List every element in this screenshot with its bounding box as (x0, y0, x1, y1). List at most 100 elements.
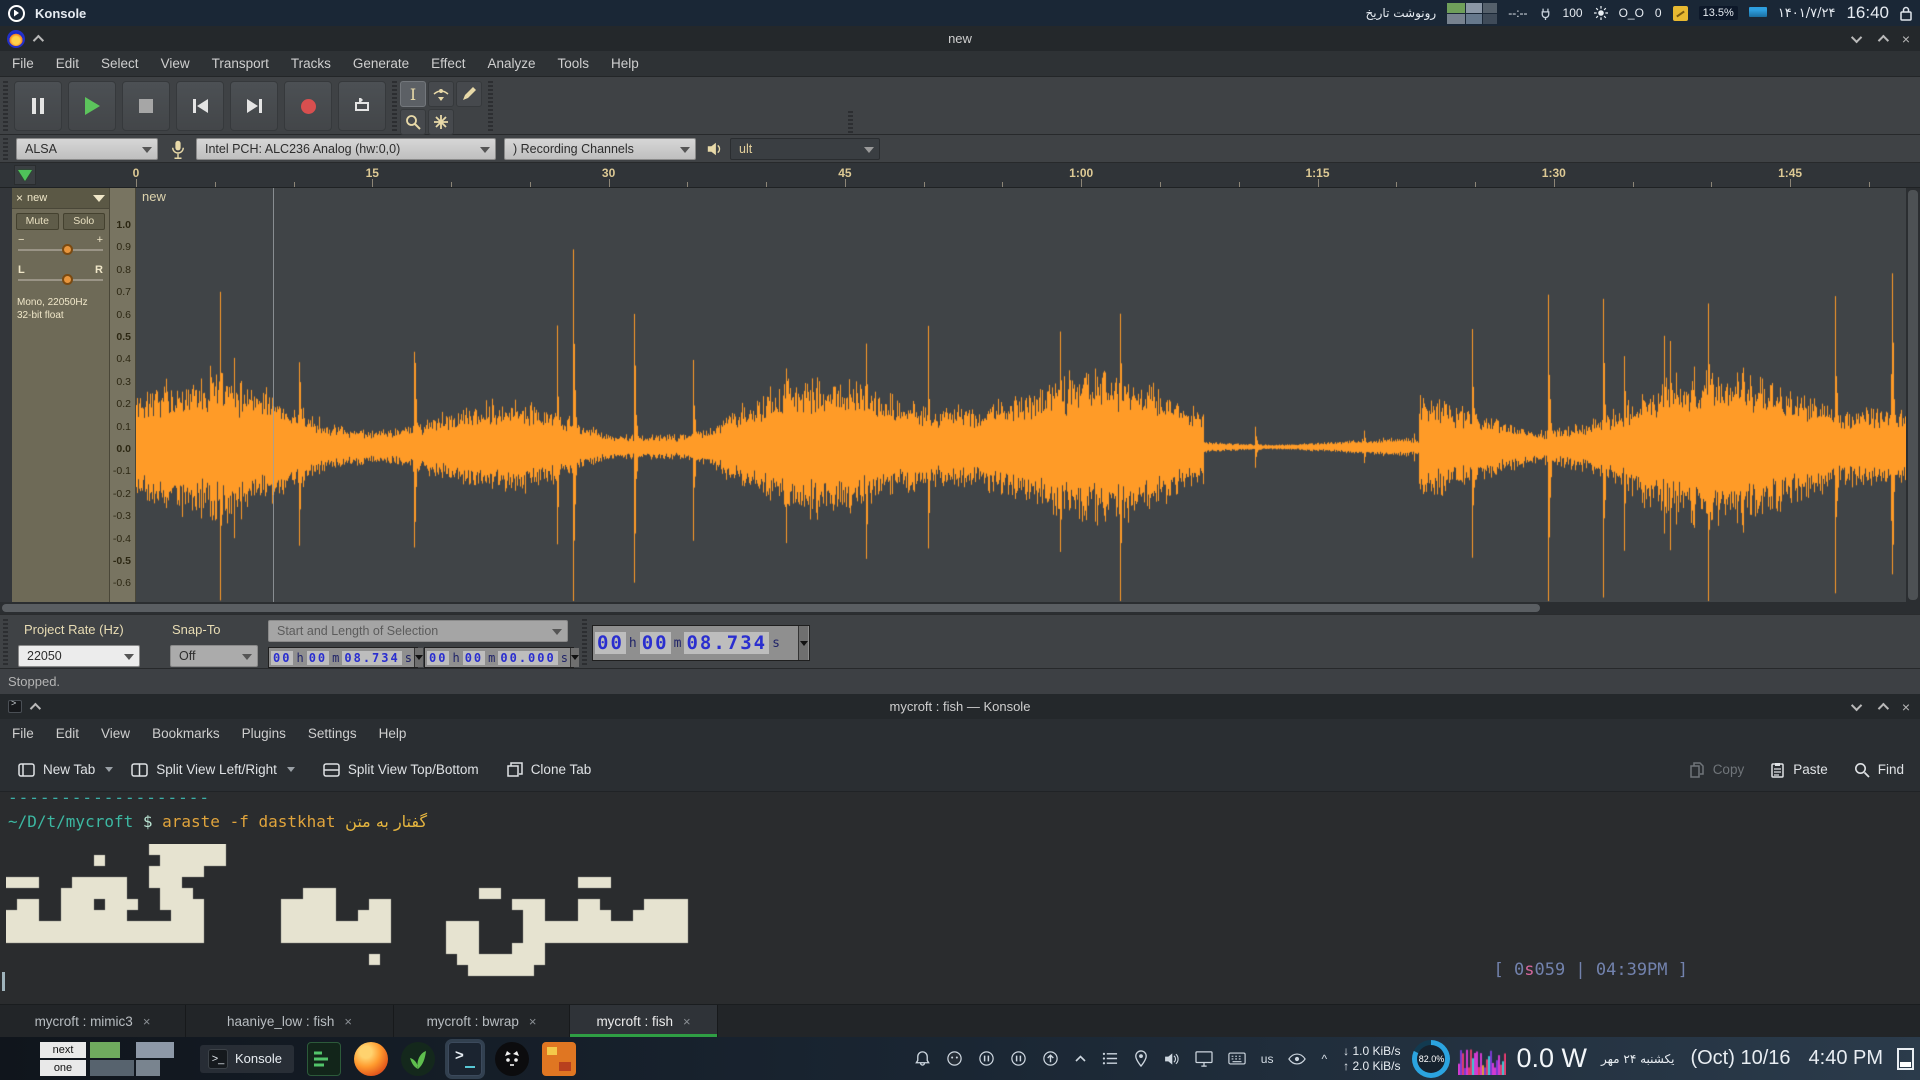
loop-button[interactable] (338, 81, 386, 131)
selection-start-field[interactable]: 00h 00m 08.734s (268, 647, 418, 668)
display-icon[interactable] (1195, 1051, 1213, 1067)
audio-host-select[interactable]: ALSA (16, 138, 158, 160)
solo-button[interactable]: Solo (63, 213, 106, 230)
menu-analyze[interactable]: Analyze (487, 56, 535, 71)
active-app-icon[interactable] (8, 5, 25, 22)
menu-plugins[interactable]: Plugins (242, 726, 286, 741)
new-tab-button[interactable]: New Tab (18, 762, 113, 777)
pager-cell[interactable] (1483, 14, 1497, 24)
gain-slider[interactable]: − + (18, 234, 103, 260)
field-spinner[interactable] (798, 626, 808, 660)
taskbar-date[interactable]: (Oct) 10/16 (1690, 1047, 1790, 1070)
menu-tracks[interactable]: Tracks (291, 56, 331, 71)
selection-length-field[interactable]: 00h 00m 00.000s (424, 647, 574, 668)
record-button[interactable] (284, 81, 332, 131)
track-name-menu[interactable]: new (27, 192, 105, 204)
stop-button[interactable] (122, 81, 170, 131)
snap-to-select[interactable]: Off (170, 645, 258, 667)
launcher-plant-icon[interactable] (401, 1042, 435, 1076)
workspace-pager[interactable] (1447, 3, 1497, 24)
taskbar-time[interactable]: 4:40 PM (1809, 1047, 1883, 1070)
track-close-button[interactable]: × (16, 191, 23, 205)
envelope-tool-button[interactable] (428, 81, 454, 107)
find-button[interactable]: Find (1854, 762, 1904, 778)
zoom-tool-button[interactable] (400, 109, 426, 135)
tab-mycroft-fish[interactable]: mycroft : fish× (570, 1005, 718, 1037)
vertical-scale-ruler[interactable]: 1.00.90.80.70.60.50.40.30.20.10.0-0.1-0.… (110, 188, 136, 602)
close-icon[interactable]: × (1902, 699, 1910, 715)
menu-file[interactable]: File (12, 56, 34, 71)
pager-cell[interactable] (1466, 14, 1482, 24)
audio-position-field[interactable]: 00h 00m 08.734s (592, 625, 810, 661)
pager-widget[interactable]: next one (40, 1042, 86, 1076)
menu-tools[interactable]: Tools (557, 56, 589, 71)
shade-window-icon[interactable] (30, 702, 41, 713)
paste-button[interactable]: Paste (1770, 762, 1828, 778)
skip-to-end-button[interactable] (230, 81, 278, 131)
maximize-icon[interactable] (1878, 34, 1889, 45)
network-speed-widget[interactable]: ↓ 1.0 KiB/s ↑ 2.0 KiB/s (1343, 1044, 1400, 1074)
output-device-select[interactable]: ult (730, 138, 880, 160)
project-rate-select[interactable]: 22050 (18, 645, 140, 667)
launcher-cat-icon[interactable] (495, 1042, 529, 1076)
sun-icon[interactable] (1594, 6, 1608, 20)
menu-view[interactable]: View (161, 56, 190, 71)
field-spinner[interactable] (570, 648, 579, 667)
pause-circle-icon[interactable] (1010, 1050, 1027, 1067)
menu-view[interactable]: View (101, 726, 130, 741)
show-desktop-button[interactable] (1897, 1048, 1914, 1070)
task-list-icon[interactable] (1102, 1051, 1119, 1066)
shade-window-icon[interactable] (33, 34, 44, 45)
taskbar-konsole-button[interactable]: >_ Konsole (200, 1045, 294, 1073)
tab-mycroft-bwrap[interactable]: mycroft : bwrap× (394, 1005, 570, 1037)
track-control-panel[interactable]: × new Mute Solo − + L R Mono, 22050Hz 32… (12, 188, 110, 602)
menu-edit[interactable]: Edit (56, 56, 79, 71)
selection-tool-button[interactable]: I (400, 81, 426, 107)
notes-icon[interactable] (1673, 6, 1688, 21)
volume-icon[interactable] (1163, 1051, 1180, 1067)
menu-edit[interactable]: Edit (56, 726, 79, 741)
launcher-terminal-active-icon[interactable]: > (448, 1042, 482, 1076)
pager-desktop-one[interactable]: one (40, 1060, 86, 1076)
tab-close-icon[interactable]: × (683, 1014, 691, 1029)
menu-settings[interactable]: Settings (308, 726, 357, 741)
pager-cell[interactable] (1447, 14, 1465, 24)
waveform-area[interactable]: new (136, 188, 1906, 602)
input-channels-select[interactable]: ) Recording Channels (504, 138, 696, 160)
clone-tab-button[interactable]: Clone Tab (507, 762, 592, 777)
pan-slider[interactable]: L R (18, 264, 103, 290)
pause-circle-icon[interactable] (978, 1050, 995, 1067)
konsole-titlebar[interactable]: mycroft : fish — Konsole × (0, 694, 1920, 719)
tab-mycroft-mimic3[interactable]: mycroft : mimic3× (0, 1005, 186, 1037)
eyes-widget[interactable]: O_O (1619, 6, 1644, 20)
timeline-pin-button[interactable] (14, 165, 36, 185)
tab-close-icon[interactable]: × (344, 1014, 352, 1029)
audacity-titlebar[interactable]: new × (0, 26, 1920, 51)
terminal-view[interactable]: ------------------- ~/D/t/mycroft $ aras… (0, 792, 1920, 1004)
keyboard-layout-indicator[interactable]: us (1261, 1052, 1274, 1066)
panel-clock[interactable]: 16:40 (1846, 3, 1889, 23)
mute-button[interactable]: Mute (16, 213, 59, 230)
launcher-terminal-green-icon[interactable] (307, 1042, 341, 1076)
split-view-lr-button[interactable]: Split View Left/Right (131, 762, 295, 777)
gain-thumb[interactable] (62, 244, 73, 255)
keyboard-icon[interactable] (1228, 1052, 1246, 1065)
menu-select[interactable]: Select (101, 56, 139, 71)
draw-tool-button[interactable] (456, 81, 482, 107)
tab-haaniye-low-fish[interactable]: haaniye_low : fish× (186, 1005, 394, 1037)
location-pin-icon[interactable] (1134, 1050, 1148, 1067)
split-view-tb-button[interactable]: Split View Top/Bottom (323, 762, 479, 777)
input-device-select[interactable]: Intel PCH: ALC236 Analog (hw:0,0) (196, 138, 496, 160)
selection-mode-select[interactable]: Start and Length of Selection (268, 620, 568, 642)
maximize-icon[interactable] (1878, 702, 1889, 713)
minimize-icon[interactable] (1851, 31, 1862, 42)
skip-to-start-button[interactable] (176, 81, 224, 131)
upload-circle-icon[interactable] (1042, 1050, 1059, 1067)
timeline-ruler[interactable]: 01530451:001:151:301:45 (0, 163, 1920, 188)
menu-transport[interactable]: Transport (212, 56, 269, 71)
minimize-icon[interactable] (1851, 699, 1862, 710)
tray-app-circle-icon[interactable] (946, 1050, 963, 1067)
menu-effect[interactable]: Effect (431, 56, 465, 71)
menu-bookmarks[interactable]: Bookmarks (152, 726, 220, 741)
multi-tool-button[interactable] (428, 109, 454, 135)
